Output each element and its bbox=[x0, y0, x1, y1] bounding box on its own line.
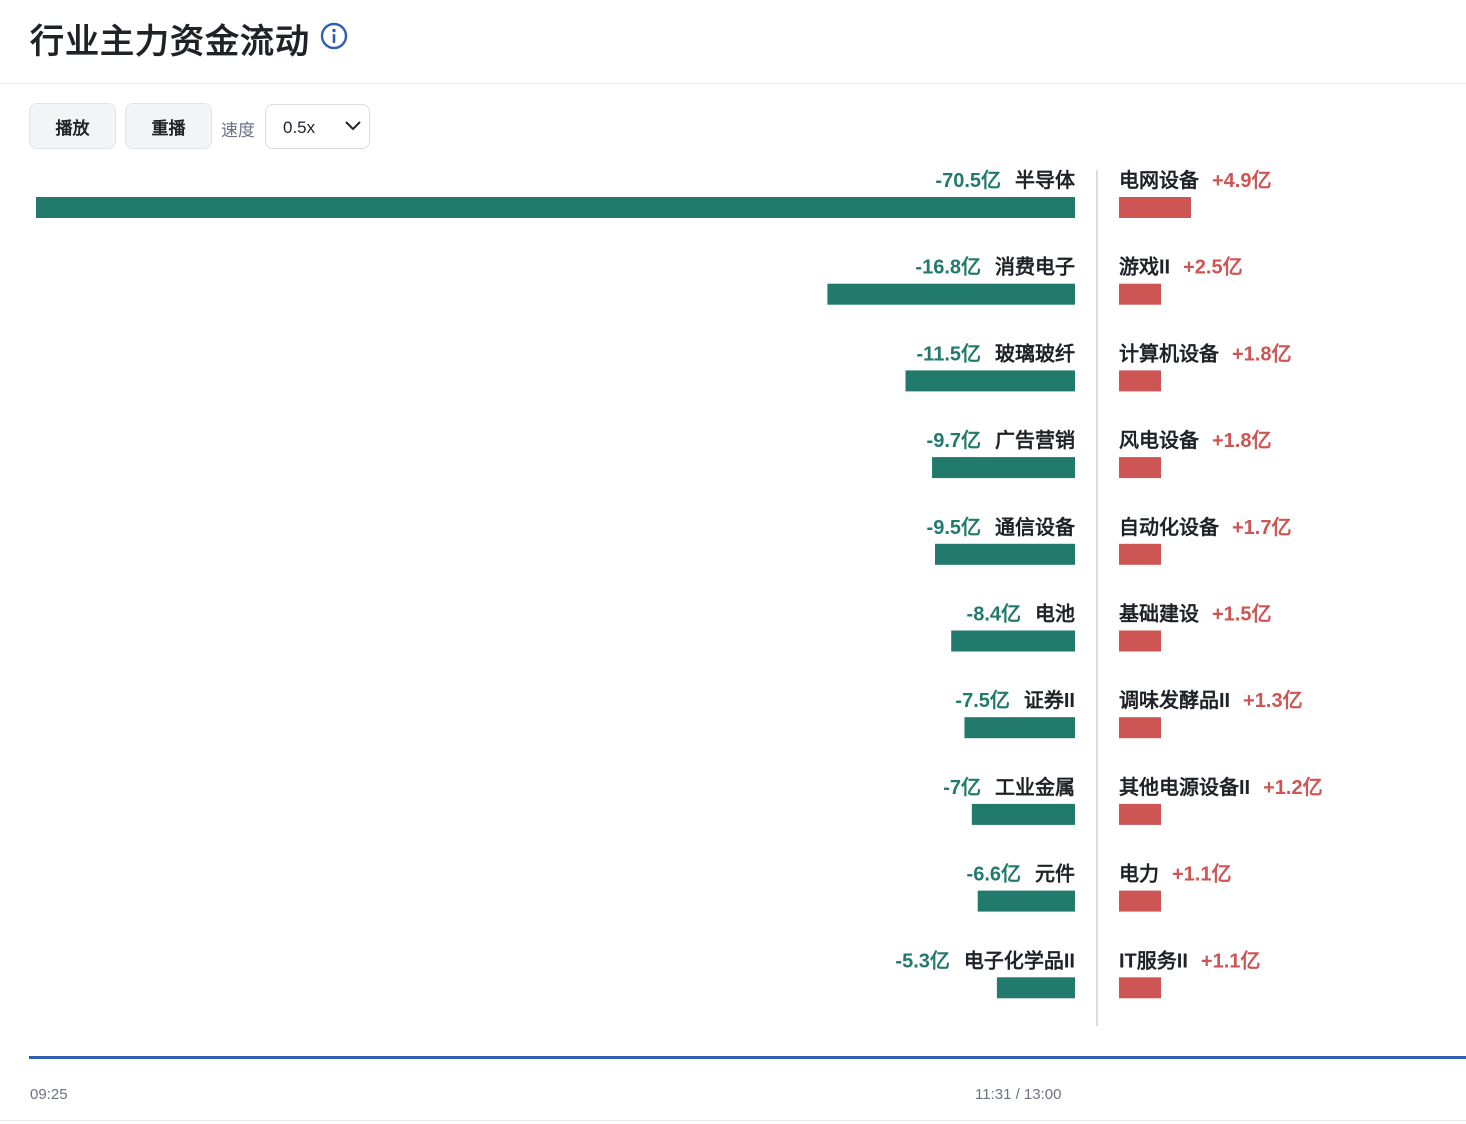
outflow-value-label: -11.5亿 bbox=[917, 341, 981, 365]
info-icon[interactable] bbox=[320, 22, 348, 50]
outflow-bar bbox=[951, 630, 1075, 652]
outflow-bar bbox=[934, 543, 1075, 565]
outflow-bar bbox=[932, 457, 1075, 479]
inflow-value-label: +1.3亿 bbox=[1243, 688, 1302, 712]
chevron-down-icon bbox=[345, 121, 361, 131]
page-title: 行业主力资金流动 bbox=[30, 23, 310, 61]
inflow-bar bbox=[1119, 543, 1161, 565]
inflow-value-label: +1.1亿 bbox=[1201, 948, 1260, 972]
outflow-category-label: 广告营销 bbox=[995, 428, 1075, 452]
outflow-value-label: -9.7亿 bbox=[927, 428, 981, 452]
inflow-category-label: 电网设备 bbox=[1119, 168, 1200, 192]
inflow-bar bbox=[1119, 283, 1161, 305]
outflow-value-label: -8.4亿 bbox=[967, 602, 1021, 626]
outflow-value-label: -70.5亿 bbox=[935, 168, 1001, 192]
outflow-category-label: 证券II bbox=[1024, 688, 1075, 712]
inflow-bar bbox=[1119, 890, 1161, 912]
outflow-category-label: 通信设备 bbox=[995, 515, 1076, 539]
inflow-bar bbox=[1119, 630, 1161, 652]
outflow-category-label: 元件 bbox=[1035, 862, 1075, 886]
inflow-bar bbox=[1119, 717, 1161, 739]
inflow-category-label: 电力 bbox=[1119, 863, 1159, 886]
fund-flow-chart: 半导体 -70.5亿消费电子 -16.8亿玻璃玻纤 -11.5亿广告营销 -9.7亿通信… bbox=[36, 168, 1323, 1026]
inflow-value-label: +2.5亿 bbox=[1183, 255, 1242, 279]
outflow-category-label: 消费电子 bbox=[995, 255, 1075, 279]
outflow-bar bbox=[996, 977, 1075, 999]
inflow-value-label: +1.2亿 bbox=[1263, 775, 1322, 799]
inflow-bar bbox=[1119, 977, 1161, 999]
timeline-current-time: 11:31 / 13:00 bbox=[975, 1086, 1062, 1103]
outflow-bar bbox=[977, 890, 1075, 912]
inflow-value-label: +1.8亿 bbox=[1212, 428, 1271, 452]
inflow-bar bbox=[1119, 803, 1161, 825]
timeline-progress-bar[interactable] bbox=[29, 1056, 1466, 1059]
speed-value: 0.5x bbox=[283, 118, 316, 137]
replay-button[interactable]: 重播 bbox=[125, 103, 212, 149]
inflow-bar bbox=[1119, 370, 1161, 392]
inflow-value-label: +4.9亿 bbox=[1212, 168, 1271, 192]
outflow-bar bbox=[964, 717, 1075, 739]
card-header: 行业主力资金流动 bbox=[0, 0, 1466, 84]
outflow-value-label: -16.8亿 bbox=[915, 255, 981, 279]
inflow-category-label: 游戏II bbox=[1119, 255, 1170, 279]
outflow-value-label: -5.3亿 bbox=[895, 948, 949, 972]
inflow-category-label: 风电设备 bbox=[1119, 428, 1200, 452]
outflow-bar bbox=[827, 283, 1075, 305]
speed-select[interactable]: 0.5x bbox=[265, 104, 370, 149]
inflow-category-label: 计算机设备 bbox=[1119, 341, 1220, 365]
inflow-category-label: IT服务II bbox=[1119, 948, 1188, 972]
outflow-value-label: -6.6亿 bbox=[967, 862, 1021, 886]
fund-flow-card: 行业主力资金流动 播放 重播 速度 0.5x 半导体 -70.5亿消费电子 -16.… bbox=[0, 0, 1466, 1121]
inflow-bar bbox=[1119, 457, 1161, 479]
inflow-bar bbox=[1119, 197, 1191, 218]
inflow-category-label: 自动化设备 bbox=[1119, 515, 1220, 539]
outflow-bar bbox=[36, 197, 1075, 218]
timeline-start-time: 09:25 bbox=[30, 1086, 68, 1103]
speed-label: 速度 bbox=[221, 121, 255, 140]
outflow-category-label: 电池 bbox=[1035, 603, 1075, 626]
inflow-category-label: 基础建设 bbox=[1119, 602, 1199, 626]
outflow-value-label: -7亿 bbox=[943, 775, 981, 799]
outflow-category-label: 工业金属 bbox=[995, 775, 1075, 799]
play-button[interactable]: 播放 bbox=[29, 103, 116, 149]
outflow-category-label: 玻璃玻纤 bbox=[995, 341, 1075, 365]
outflow-bar bbox=[905, 370, 1075, 392]
outflow-bar bbox=[971, 803, 1075, 825]
inflow-category-label: 调味发酵品II bbox=[1119, 688, 1230, 712]
outflow-value-label: -9.5亿 bbox=[927, 515, 981, 539]
inflow-value-label: +1.5亿 bbox=[1212, 602, 1271, 626]
inflow-value-label: +1.8亿 bbox=[1232, 341, 1291, 365]
inflow-value-label: +1.1亿 bbox=[1172, 862, 1231, 886]
inflow-category-label: 其他电源设备II bbox=[1119, 775, 1250, 799]
outflow-value-label: -7.5亿 bbox=[955, 688, 1009, 712]
outflow-category-label: 半导体 bbox=[1015, 168, 1076, 192]
outflow-category-label: 电子化学品II bbox=[964, 948, 1075, 972]
inflow-value-label: +1.7亿 bbox=[1232, 515, 1291, 539]
